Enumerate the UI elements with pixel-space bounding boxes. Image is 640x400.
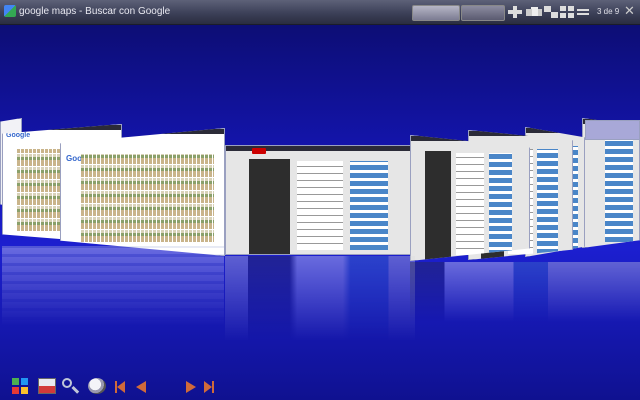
prev-arrow-icon[interactable] [136, 381, 146, 393]
next-arrow-icon[interactable] [186, 381, 196, 393]
coverflow-stage: google maps - Buscar con Google 3 de 9 ✕… [0, 0, 640, 400]
view-carousel-icon[interactable] [526, 6, 542, 18]
close-icon[interactable]: ✕ [624, 4, 635, 18]
tab-google-maps-results-2[interactable]: Google [60, 128, 225, 256]
tab-youtube-current[interactable] [225, 145, 415, 255]
google-logo: Google [6, 132, 31, 139]
flag-icon[interactable] [38, 378, 56, 394]
reflection-center [225, 256, 415, 341]
first-arrow-icon[interactable] [115, 381, 125, 393]
page-counter: 3 de 9 [597, 7, 620, 16]
youtube-logo-icon [252, 148, 267, 155]
tab-youtube-2[interactable] [410, 135, 530, 261]
mode-button-2[interactable] [461, 5, 505, 21]
title-bar: google maps - Buscar con Google 3 de 9 ✕ [0, 0, 640, 25]
view-list-icon[interactable] [577, 9, 589, 15]
image-results-grid [80, 154, 215, 243]
zoom-icon[interactable] [62, 378, 80, 394]
last-arrow-icon[interactable] [204, 381, 214, 393]
view-stack-icon[interactable] [544, 6, 558, 18]
view-cover-icon[interactable] [508, 6, 522, 18]
reflection-left [2, 246, 224, 326]
window-title: google maps - Buscar con Google [19, 6, 171, 17]
reflection-right [410, 262, 640, 322]
google-favicon-icon [4, 5, 16, 17]
save-icon[interactable] [88, 378, 106, 394]
recommendations [350, 161, 388, 250]
video-list [297, 161, 343, 250]
mode-button-1[interactable] [412, 5, 460, 21]
tab-blank-right[interactable] [585, 120, 640, 140]
sidebar [248, 158, 290, 254]
picasa-icon[interactable] [12, 378, 28, 394]
view-grid-icon[interactable] [560, 6, 574, 18]
